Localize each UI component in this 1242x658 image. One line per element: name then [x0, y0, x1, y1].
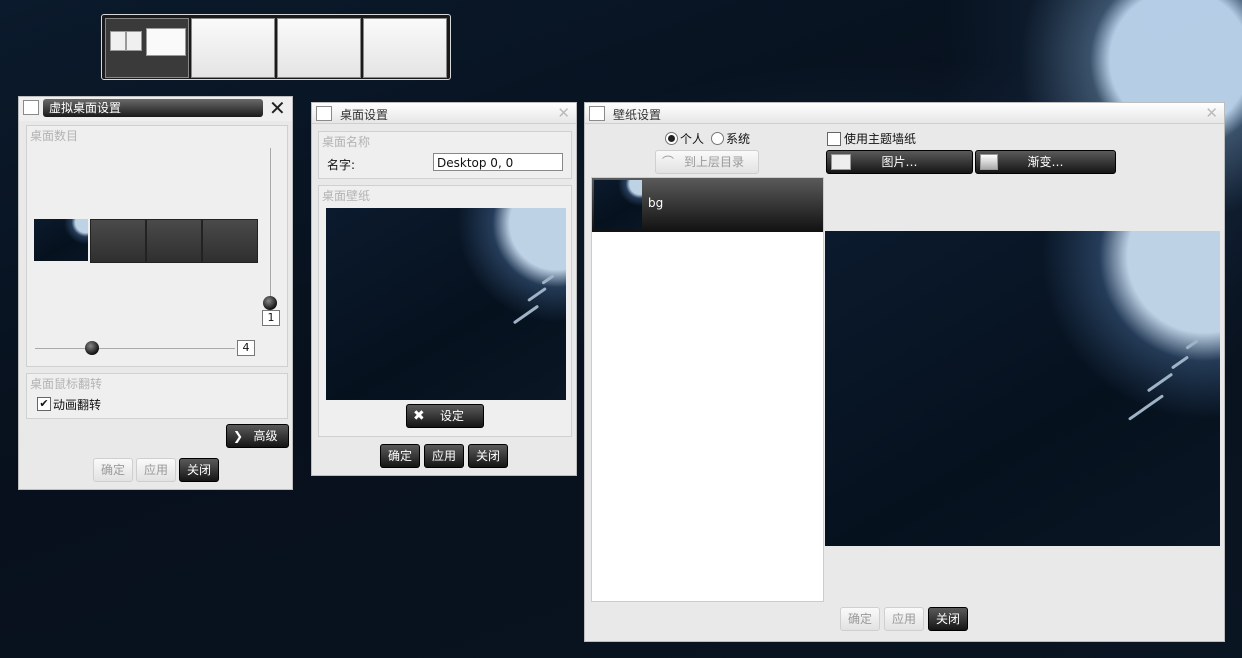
horizontal-slider-handle[interactable] [85, 341, 99, 355]
ship-shape [1170, 355, 1190, 370]
mini-window-thumb [126, 31, 142, 51]
virtual-desktop-window: 虚拟桌面设置 ✕ 桌面数目 1 4 桌面鼠标翻转 ✔ 动画翻转 ❯ 高级 确定 … [18, 96, 293, 490]
mini-window-thumb [110, 31, 126, 51]
picture-button-label: 图片… [881, 155, 918, 169]
window-title: 壁纸设置 [613, 108, 662, 122]
window-titlebar: 虚拟桌面设置 ✕ [19, 97, 292, 121]
set-button[interactable]: ✖ 设定 [406, 404, 484, 428]
picture-button[interactable]: 图片… [826, 150, 973, 174]
ship-shape [527, 286, 547, 303]
pager-desktop-2[interactable] [191, 18, 275, 78]
vertical-count-spin[interactable]: 1 [262, 310, 280, 326]
close-button[interactable]: 关闭 [179, 458, 219, 482]
list-item[interactable]: bg [592, 178, 823, 232]
use-theme-wallpaper-label: 使用主题墙纸 [844, 132, 917, 146]
chevron-right-icon: ❯ [233, 429, 244, 443]
horizontal-count-spin[interactable]: 4 [237, 340, 255, 356]
window-title: 虚拟桌面设置 [43, 99, 263, 117]
close-icon[interactable]: ✕ [1205, 104, 1218, 122]
desktop-icon [23, 100, 39, 115]
animate-flip-checkbox[interactable]: ✔ [37, 397, 51, 411]
ship-shape [1127, 394, 1165, 421]
desktop-settings-window: 桌面设置 ✕ 桌面名称 名字: Desktop 0, 0 桌面壁纸 ✖ 设定 确… [311, 102, 577, 476]
wallpaper-preview [825, 231, 1220, 546]
close-icon[interactable]: ✕ [269, 97, 286, 119]
group-label: 桌面名称 [322, 135, 371, 149]
pager-desktop-3[interactable] [277, 18, 361, 78]
mini-window-thumb [146, 28, 186, 56]
file-name: bg [648, 196, 664, 210]
window-title: 桌面设置 [340, 108, 389, 122]
radio-personal-label: 个人 [680, 132, 705, 146]
image-icon [831, 154, 851, 170]
ok-button[interactable]: 确定 [380, 444, 420, 468]
up-arrow-icon: ⌒ [662, 155, 675, 169]
desktop-icon [316, 106, 332, 121]
ship-shape [1146, 372, 1174, 393]
group-label: 桌面鼠标翻转 [30, 377, 103, 391]
gradient-button[interactable]: 渐变… [975, 150, 1116, 174]
desktop-thumb-1[interactable] [34, 219, 88, 261]
apply-button[interactable]: 应用 [136, 458, 176, 482]
use-theme-wallpaper-checkbox[interactable] [827, 132, 841, 146]
gradient-button-label: 渐变… [1027, 155, 1064, 169]
window-titlebar: 壁纸设置 ✕ [585, 103, 1224, 124]
apply-button[interactable]: 应用 [884, 607, 924, 631]
picture-icon [589, 106, 605, 121]
desktop-count-group: 桌面数目 1 4 [26, 125, 288, 367]
radio-system-label: 系统 [726, 132, 751, 146]
mouse-flip-group: 桌面鼠标翻转 ✔ 动画翻转 [26, 373, 288, 419]
ship-shape [541, 274, 555, 285]
radio-system[interactable] [711, 132, 724, 145]
name-label: 名字: [327, 158, 356, 172]
file-list[interactable]: bg [591, 177, 824, 602]
desktop-thumb-3[interactable] [146, 219, 202, 263]
up-dir-label: 到上层目录 [683, 155, 744, 169]
tools-icon: ✖ [413, 408, 425, 424]
desktop-name-input[interactable]: Desktop 0, 0 [433, 153, 563, 171]
wallpaper-preview [326, 208, 566, 400]
advanced-button[interactable]: ❯ 高级 [226, 424, 289, 448]
close-icon[interactable]: ✕ [557, 104, 570, 122]
ship-shape [1185, 339, 1199, 350]
desktop-name-group: 桌面名称 名字: Desktop 0, 0 [318, 131, 572, 179]
radio-personal[interactable] [665, 132, 678, 145]
window-titlebar: 桌面设置 ✕ [312, 103, 576, 124]
vertical-slider-track[interactable] [270, 148, 271, 300]
file-thumbnail [594, 180, 642, 230]
advanced-button-label: 高级 [253, 429, 278, 443]
wallpaper-window: 壁纸设置 ✕ 个人 系统 ⌒ 到上层目录 使用主题墙纸 图片… 渐变… bg 确… [584, 102, 1225, 642]
ok-button[interactable]: 确定 [840, 607, 880, 631]
desktop-thumb-4[interactable] [202, 219, 258, 263]
close-button[interactable]: 关闭 [928, 607, 968, 631]
ok-button[interactable]: 确定 [93, 458, 133, 482]
pager-desktop-1[interactable] [105, 18, 189, 78]
animate-flip-label: 动画翻转 [53, 398, 102, 412]
group-label: 桌面数目 [30, 129, 79, 143]
gradient-icon [980, 154, 998, 170]
group-label: 桌面壁纸 [322, 189, 371, 203]
desktop-pager [101, 14, 451, 80]
desktop-wallpaper-group: 桌面壁纸 ✖ 设定 [318, 185, 572, 437]
ship-shape [512, 304, 540, 325]
vertical-slider-handle[interactable] [263, 296, 277, 310]
set-button-label: 设定 [439, 409, 464, 423]
horizontal-slider-track[interactable] [35, 348, 235, 349]
pager-desktop-4[interactable] [363, 18, 447, 78]
up-dir-button[interactable]: ⌒ 到上层目录 [655, 150, 759, 174]
apply-button[interactable]: 应用 [424, 444, 464, 468]
close-button[interactable]: 关闭 [468, 444, 508, 468]
desktop-thumb-2[interactable] [90, 219, 146, 263]
